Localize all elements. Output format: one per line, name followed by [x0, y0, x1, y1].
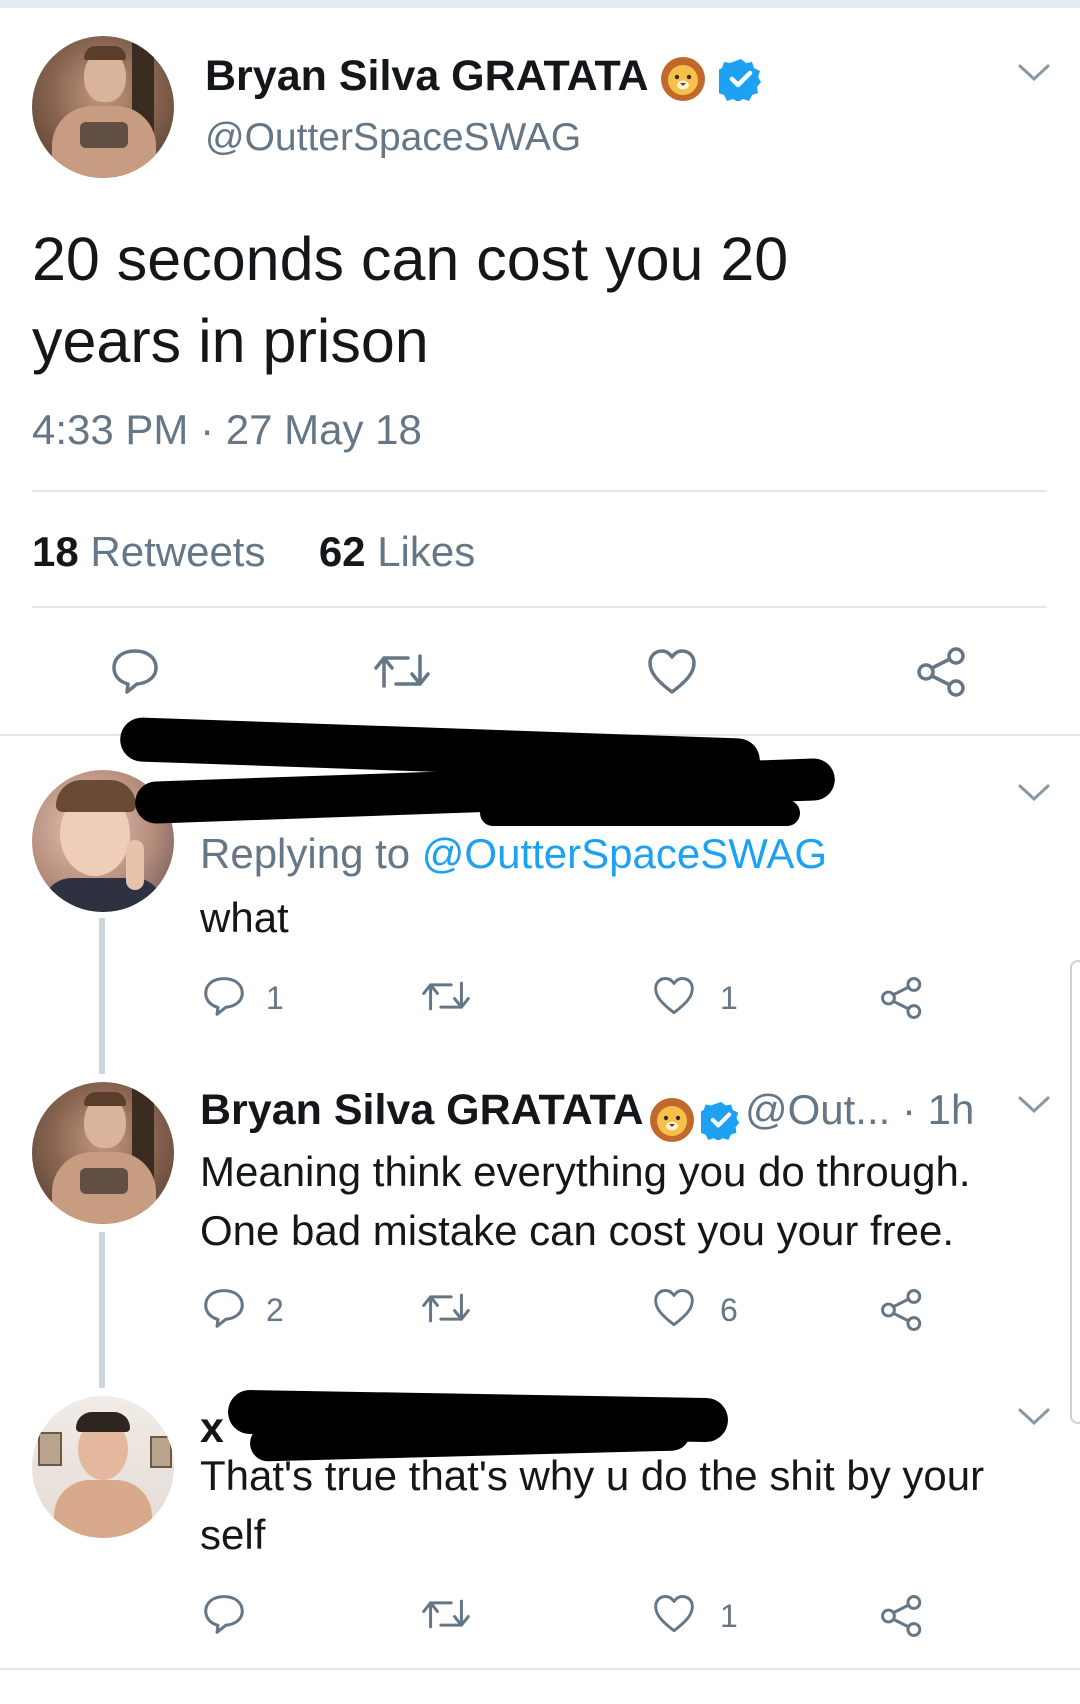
- reply-icon[interactable]: [202, 976, 246, 1016]
- thread-line: [99, 1232, 105, 1388]
- lion-emoji-icon: [660, 56, 705, 101]
- tweet-text-line2: years in prison: [32, 307, 429, 375]
- avatar-bryan-main[interactable]: [32, 36, 174, 178]
- retweet-icon[interactable]: [420, 978, 472, 1014]
- share-icon[interactable]: [916, 646, 968, 698]
- scrollbar[interactable]: [1070, 960, 1080, 1424]
- replying-handle-link[interactable]: @OutterSpaceSWAG: [422, 830, 827, 877]
- divider: [32, 606, 1047, 608]
- chevron-down-icon[interactable]: [1017, 62, 1051, 84]
- reply2-text-line1: Meaning think everything you do through.: [200, 1148, 971, 1195]
- main-author-name-row[interactable]: Bryan Silva GRATATA: [205, 52, 763, 103]
- likes-count: 62: [318, 528, 366, 575]
- like-count: 1: [720, 1598, 738, 1634]
- lion-emoji-icon: [650, 1097, 695, 1142]
- share-icon[interactable]: [880, 1594, 924, 1638]
- reply2-handle-time[interactable]: @Out... · 1h: [745, 1086, 974, 1133]
- chevron-down-icon[interactable]: [1017, 1094, 1051, 1116]
- replying-to: Replying to @OutterSpaceSWAG: [200, 830, 827, 878]
- reply1-text: what: [200, 894, 289, 941]
- like-count: 6: [720, 1292, 738, 1328]
- reply3-text: That's true that's why u do the shit by …: [200, 1446, 984, 1564]
- redaction-mark: [480, 800, 800, 826]
- reply2-author-name[interactable]: Bryan Silva GRATATA: [200, 1086, 644, 1134]
- reply-count: 1: [266, 980, 284, 1016]
- reply2-header: Bryan Silva GRATATA @Out... · 1h: [200, 1086, 974, 1144]
- retweet-icon[interactable]: [420, 1596, 472, 1632]
- divider: [32, 490, 1047, 492]
- retweets-count: 18: [32, 528, 79, 575]
- tweet-timestamp[interactable]: 4:33 PM · 27 May 18: [32, 406, 422, 454]
- verified-icon: [718, 58, 761, 101]
- likes-stat[interactable]: 62 Likes: [319, 528, 475, 575]
- reply-icon[interactable]: [202, 1594, 246, 1634]
- retweets-stat[interactable]: 18 Retweets: [32, 528, 265, 575]
- reply-icon[interactable]: [202, 1288, 246, 1328]
- thread-line: [99, 918, 105, 1074]
- top-border: [0, 0, 1080, 8]
- engagement-stats: 18 Retweets 62 Likes: [32, 528, 475, 576]
- reply3-text-line2: self: [200, 1511, 266, 1558]
- avatar-reply3[interactable]: [32, 1396, 174, 1538]
- share-icon[interactable]: [880, 976, 924, 1020]
- tweet-text-line1: 20 seconds can cost you 20: [32, 225, 789, 293]
- avatar-bryan-reply[interactable]: [32, 1082, 174, 1224]
- share-icon[interactable]: [880, 1288, 924, 1332]
- section-divider: [0, 1668, 1080, 1670]
- verified-icon: [700, 1101, 739, 1140]
- retweet-icon[interactable]: [420, 1290, 472, 1326]
- reply-icon[interactable]: [110, 648, 160, 694]
- like-icon[interactable]: [652, 976, 696, 1016]
- chevron-down-icon[interactable]: [1017, 1406, 1051, 1428]
- reply-count: 2: [266, 1292, 284, 1328]
- reply2-text: Meaning think everything you do through.…: [200, 1142, 971, 1260]
- retweets-label: Retweets: [90, 528, 266, 575]
- like-icon[interactable]: [646, 648, 698, 696]
- chevron-down-icon[interactable]: [1017, 782, 1051, 804]
- like-icon[interactable]: [652, 1288, 696, 1328]
- likes-label: Likes: [377, 528, 476, 575]
- like-count: 1: [720, 980, 738, 1016]
- author-handle[interactable]: @OutterSpaceSWAG: [205, 116, 581, 160]
- reply3-text-line1: That's true that's why u do the shit by …: [200, 1452, 985, 1499]
- reply2-text-line2: One bad mistake can cost you your free.: [200, 1207, 955, 1254]
- author-name[interactable]: Bryan Silva GRATATA: [205, 52, 647, 100]
- like-icon[interactable]: [652, 1594, 696, 1634]
- retweet-icon[interactable]: [372, 650, 432, 692]
- tweet-text: 20 seconds can cost you 20 years in pris…: [32, 218, 788, 382]
- replying-prefix: Replying to: [200, 830, 411, 877]
